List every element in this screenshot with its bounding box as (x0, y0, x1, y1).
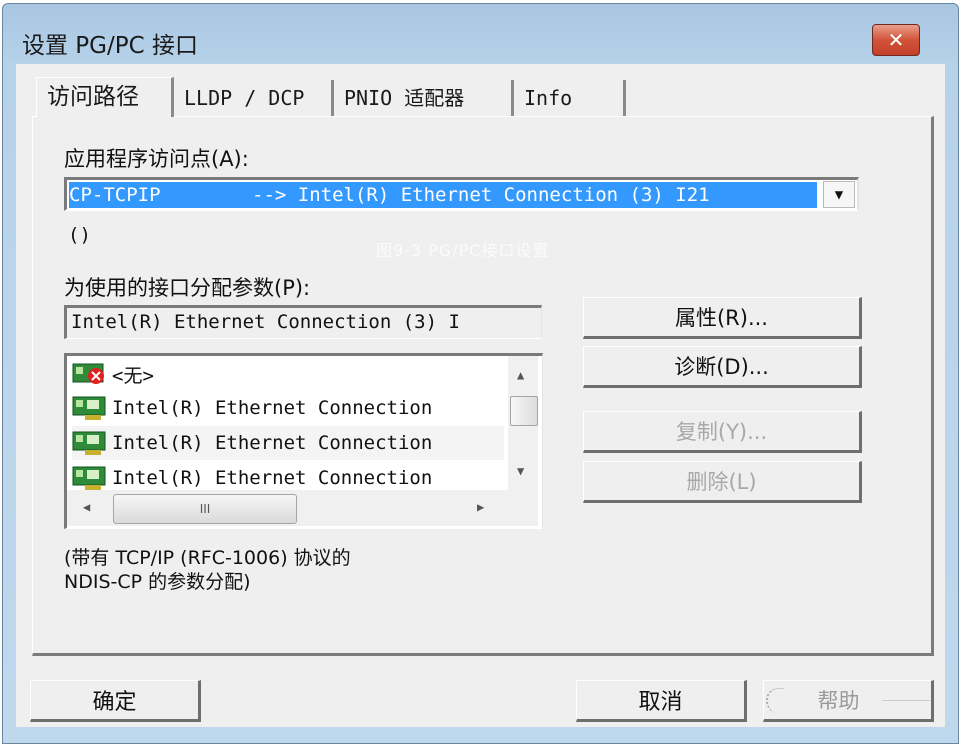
tab-access-path[interactable]: 访问路径 (36, 77, 174, 117)
interface-list[interactable]: <无> Intel(R) Ethernet Connection Intel(R… (64, 353, 543, 529)
cancel-button[interactable]: 取消 (576, 680, 747, 722)
description-line-1: (带有 TCP/IP (RFC-1006) 协议的 (64, 547, 351, 569)
nic-icon (72, 431, 106, 455)
help-button-label: 帮助 (817, 689, 860, 713)
interface-params-field: Intel(R) Ethernet Connection (3) I (64, 305, 542, 339)
list-item-label: Intel(R) Ethernet Connection (112, 467, 433, 489)
diagnostics-button[interactable]: 诊断(D)... (583, 346, 862, 388)
nic-disabled-icon (72, 363, 104, 384)
properties-button[interactable]: 属性(R)... (583, 297, 862, 339)
tab-info[interactable]: Info (514, 80, 626, 116)
list-item-label: <无> (112, 364, 154, 387)
close-icon: ✕ (887, 28, 905, 52)
watermark-caption: 图9-3 PG/PC接口设置 (376, 241, 550, 260)
close-button[interactable]: ✕ (872, 24, 920, 56)
access-point-note: () (68, 224, 91, 246)
vertical-scrollbar[interactable]: ▲ ▼ (508, 356, 538, 490)
chevron-down-icon: ▼ (834, 186, 844, 203)
list-item[interactable]: Intel(R) Ethernet Connection (72, 426, 504, 460)
dropdown-button[interactable]: ▼ (823, 181, 855, 208)
list-item[interactable]: <无> (72, 357, 504, 391)
ok-button[interactable]: 确定 (30, 680, 201, 722)
nic-icon (72, 466, 106, 490)
horizontal-scroll-thumb[interactable]: III (113, 494, 297, 524)
help-decoration (881, 699, 930, 701)
access-point-select[interactable]: CP-TCPIP --> Intel(R) Ethernet Connectio… (64, 177, 859, 211)
access-point-selected-value: CP-TCPIP --> Intel(R) Ethernet Connectio… (69, 182, 817, 208)
delete-button[interactable]: 删除(L) (583, 461, 862, 503)
list-item-label: Intel(R) Ethernet Connection (112, 397, 433, 419)
horizontal-scrollbar[interactable]: ◀ III ▶ (67, 490, 538, 526)
help-button[interactable]: 帮助 (763, 680, 934, 722)
tab-lldp-dcp[interactable]: LLDP / DCP (174, 80, 334, 116)
scroll-down-icon[interactable]: ▼ (517, 464, 524, 478)
scroll-left-icon[interactable]: ◀ (83, 500, 90, 514)
access-point-label: 应用程序访问点(A): (64, 147, 249, 171)
description-line-2: NDIS-CP 的参数分配) (64, 571, 251, 593)
nic-icon (72, 396, 106, 420)
list-item-label: Intel(R) Ethernet Connection (112, 432, 433, 454)
list-item[interactable]: Intel(R) Ethernet Connection (72, 391, 504, 425)
window-title: 设置 PG/PC 接口 (22, 33, 198, 59)
help-icon (765, 687, 784, 713)
tab-pnio-adapter[interactable]: PNIO 适配器 (334, 80, 514, 116)
grip-icon: III (199, 502, 211, 516)
interface-params-label: 为使用的接口分配参数(P): (64, 276, 311, 300)
scroll-right-icon[interactable]: ▶ (477, 500, 484, 514)
vertical-scroll-thumb[interactable] (510, 396, 538, 426)
scroll-up-icon[interactable]: ▲ (517, 368, 524, 382)
copy-button[interactable]: 复制(Y)... (583, 411, 862, 453)
